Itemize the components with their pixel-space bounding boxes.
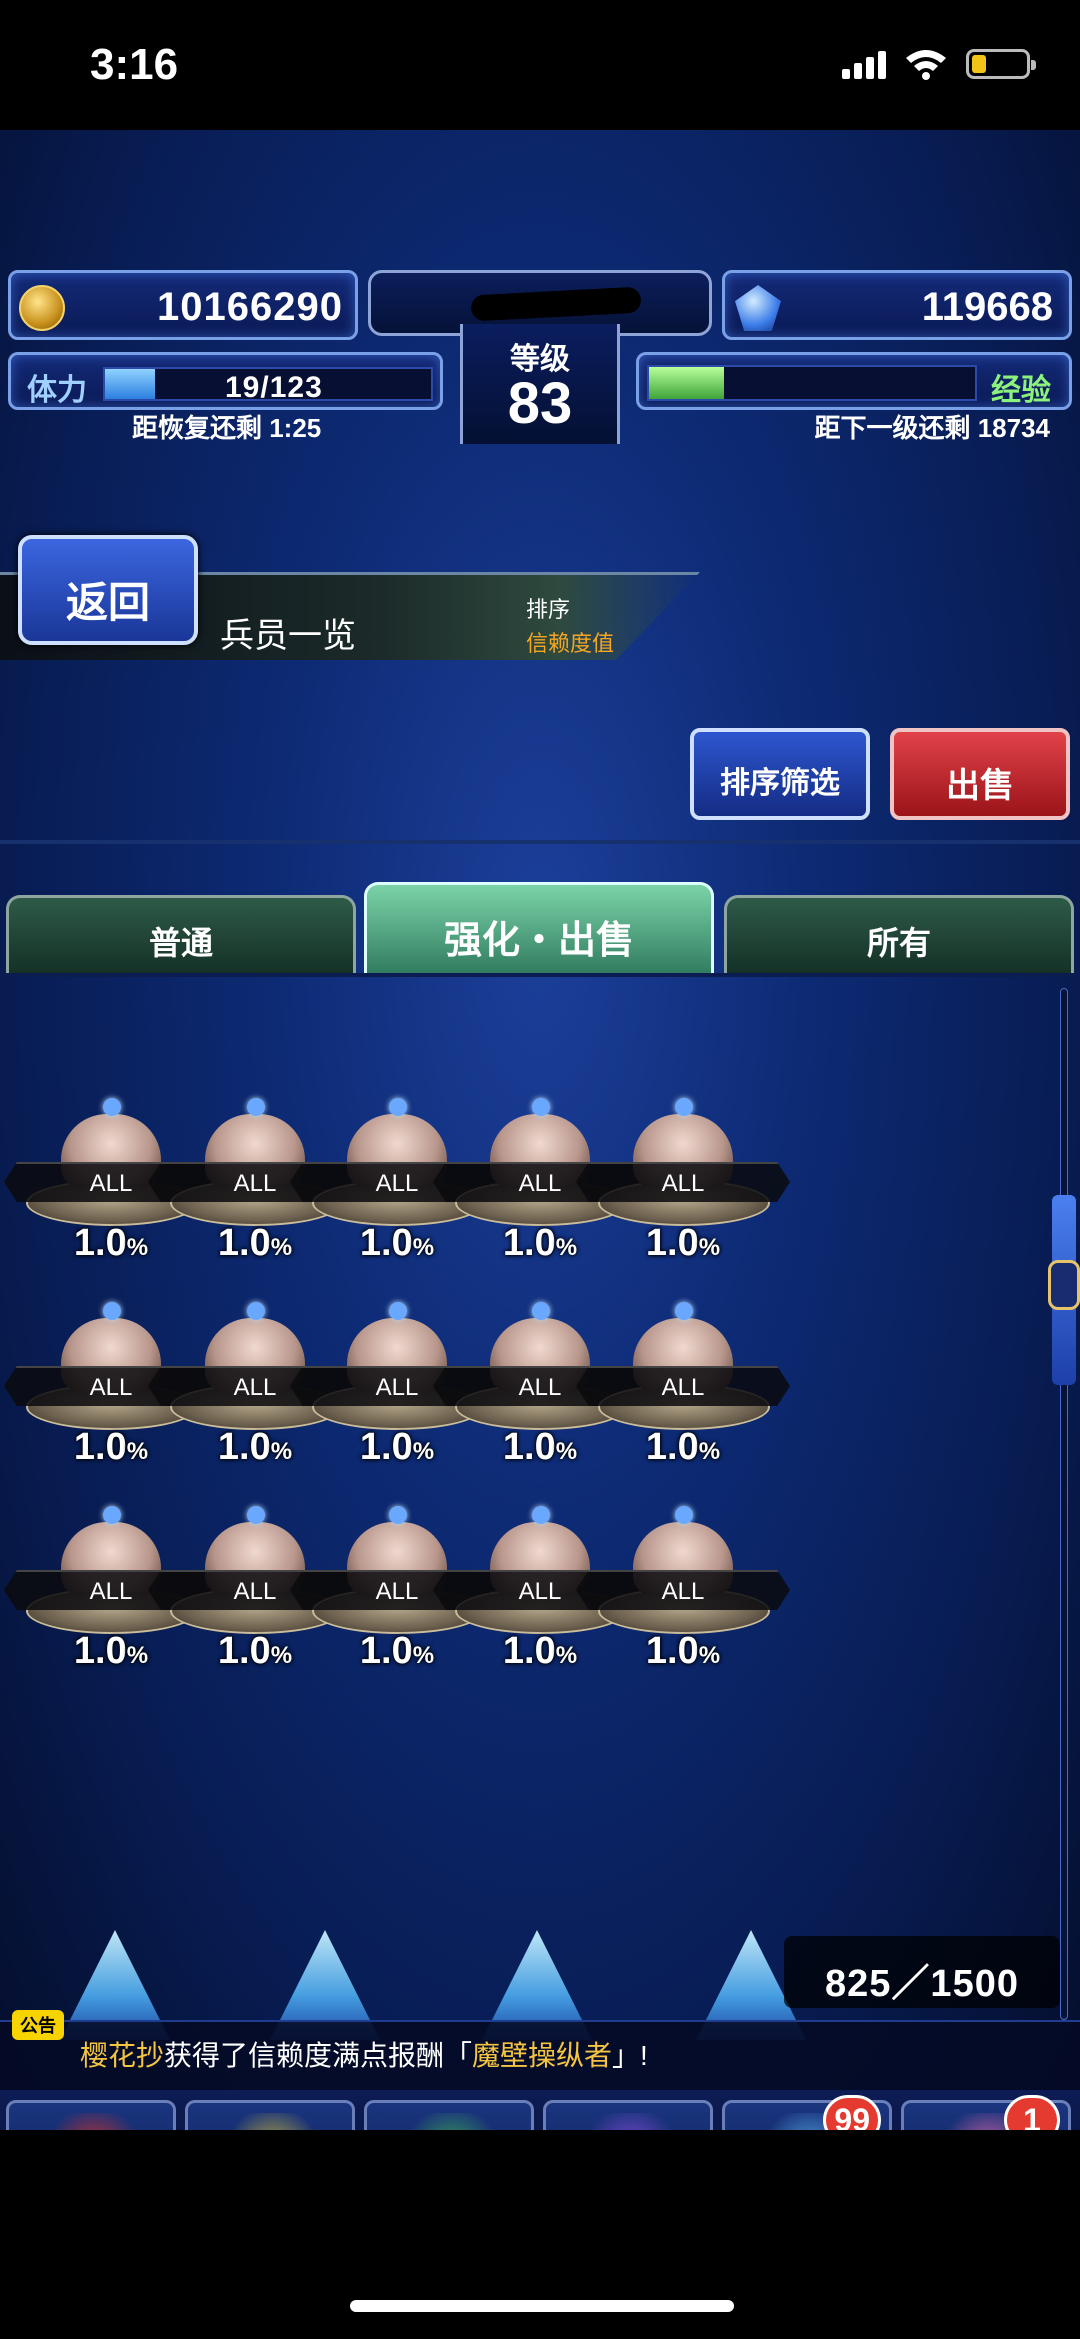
nav-badge: 99 [823, 2095, 881, 2130]
unit-rate-unit: % [126, 1642, 149, 1669]
wifi-icon [906, 50, 946, 80]
home-indicator[interactable] [350, 2300, 734, 2312]
sell-button[interactable]: 出售 [890, 728, 1070, 820]
unit-card[interactable]: ALL 1.0% [576, 1254, 790, 1468]
lapis-panel: 119668 [722, 270, 1072, 340]
unit-tag: ALL [576, 1570, 790, 1610]
nav-item-1[interactable]: 兵员 [185, 2100, 355, 2130]
announcement-end: 」! [612, 2040, 648, 2071]
stamina-recover-text: 距恢复还剩 1:25 [132, 413, 322, 443]
redacted-name [470, 286, 642, 322]
announcement-badge: 公告 [12, 2010, 64, 2040]
next-level-text: 距下一级还剩 18734 [814, 413, 1050, 443]
unit-rate-value: 1.0 [217, 1630, 271, 1672]
back-button-label: 返回 [65, 579, 150, 626]
tab-enhance-sell-label: 强化・出售 [443, 920, 634, 962]
nav-item-0[interactable]: 首页 [6, 2100, 176, 2130]
unit-warrior-icon [226, 2113, 320, 2130]
stamina-value: 19/123 [225, 371, 323, 404]
unit-rate-value: 1.0 [73, 1630, 127, 1672]
game-screen: 10166290 等级 83 119668 体力 19/123 距恢复还剩 1:… [0, 130, 1080, 2130]
status-time: 3:16 [90, 40, 179, 89]
scrollbar-track[interactable] [1060, 988, 1068, 2020]
tab-all[interactable]: 所有 [724, 895, 1074, 975]
announcement-text: 樱花抄获得了信赖度满点报酬「魔壁操纵者」! [80, 2034, 648, 2074]
stamina-label: 体力 [27, 374, 87, 407]
unit-rate-unit: % [555, 1642, 578, 1669]
gil-panel: 10166290 [8, 270, 358, 340]
unit-count-box: 825／1500 [784, 1936, 1060, 2008]
exp-bar-fill [649, 367, 724, 399]
nav-item-5[interactable]: 好友1 [901, 2095, 1071, 2130]
announcement-middle: 获得了信赖度满点报酬「 [164, 2040, 473, 2071]
page-title: 兵员一览 [220, 617, 356, 655]
tab-normal-label: 普通 [148, 925, 213, 961]
tab-normal[interactable]: 普通 [6, 895, 356, 975]
sort-filter-label: 排序筛选 [720, 767, 840, 800]
tab-underline [0, 973, 1080, 977]
unit-tag-label: ALL [661, 1374, 705, 1401]
unit-grid: ALL 1.0% ALL 1.0% ALL 1.0% ALL 1.0% ALL 1.0% ALL 1.… [0, 990, 1060, 2020]
unit-tag: ALL [576, 1366, 790, 1406]
unit-trust-rate: 1.0% [576, 1630, 790, 1673]
gil-coin-icon [19, 285, 65, 331]
stamina-bar: 19/123 [103, 367, 433, 404]
unit-rate-value: 1.0 [359, 1630, 413, 1672]
unit-rate-value: 1.0 [502, 1630, 556, 1672]
unit-tag-label: ALL [661, 1578, 705, 1605]
lapis-gem-icon [735, 285, 781, 331]
sell-button-label: 出售 [946, 767, 1014, 805]
unit-rate-unit: % [270, 1642, 293, 1669]
unit-rate-unit: % [412, 1642, 435, 1669]
announcement-reward: 魔壁操纵者 [472, 2040, 613, 2071]
tab-all-label: 所有 [866, 925, 931, 961]
exp-panel: 经验 [636, 352, 1072, 410]
unit-tag: ALL [576, 1162, 790, 1202]
nav-item-4[interactable]: 召唤99 [722, 2095, 892, 2130]
unit-rate-value: 1.0 [645, 1630, 699, 1672]
status-icons [842, 48, 1036, 80]
exp-label: 经验 [991, 374, 1051, 407]
level-frame: 等级 83 [368, 262, 712, 572]
scrollbar-handle[interactable] [1048, 1260, 1080, 1310]
home-sword-icon [47, 2113, 141, 2130]
divider [0, 840, 1080, 844]
exp-bar [647, 365, 977, 401]
nav-badge: 1 [1004, 2095, 1060, 2130]
back-button[interactable]: 返回 [18, 535, 198, 645]
bottom-nav: 首页兵员道具商店召唤99 好友1 [0, 2090, 1080, 2130]
stamina-bar-fill [105, 369, 156, 399]
battery-icon [966, 49, 1036, 79]
shop-bag-icon [584, 2113, 678, 2130]
unit-tag-label: ALL [661, 1170, 705, 1197]
unit-rate-unit: % [698, 1642, 721, 1669]
sort-label: 排序 [526, 597, 571, 622]
potion-icon [405, 2113, 499, 2130]
tab-enhance-sell[interactable]: 强化・出售 [364, 882, 714, 976]
cellular-signal-icon [842, 49, 886, 79]
unit-card[interactable]: ALL 1.0% [576, 1458, 790, 1672]
announcement-player: 樱花抄 [80, 2040, 165, 2071]
sort-filter-button[interactable]: 排序筛选 [690, 728, 870, 820]
lapis-value: 119668 [921, 285, 1053, 329]
gil-value: 10166290 [157, 285, 343, 329]
unit-card[interactable]: ALL 1.0% [576, 1050, 790, 1264]
nav-item-3[interactable]: 商店 [543, 2100, 713, 2130]
unit-count: 825／1500 [825, 1963, 1019, 2005]
nav-item-2[interactable]: 道具 [364, 2100, 534, 2130]
stamina-panel: 体力 19/123 [8, 352, 443, 410]
status-bar: 3:16 [0, 0, 1080, 130]
sort-value: 信赖度值 [526, 631, 615, 656]
